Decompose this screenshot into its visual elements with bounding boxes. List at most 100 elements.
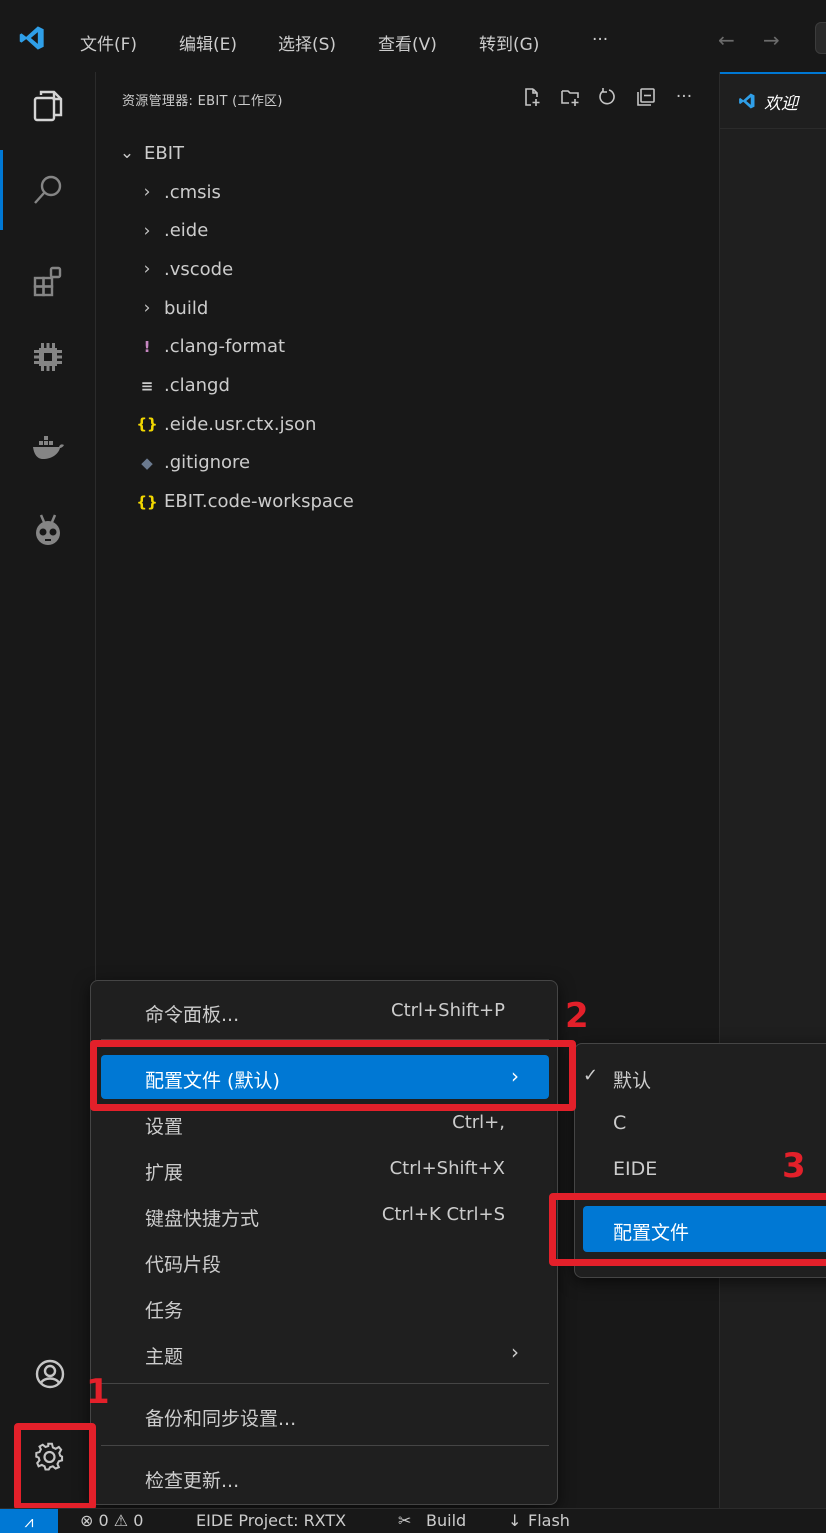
build-icon: ✂ — [398, 1511, 412, 1530]
menu-selection[interactable]: 选择(S) — [278, 30, 336, 55]
eide-project-status[interactable]: EIDE Project: RXTX — [196, 1511, 346, 1530]
remote-indicator-icon[interactable]: ⩘ — [0, 1509, 58, 1533]
tree-item-label: EBIT.code-workspace — [164, 491, 354, 513]
file-type-icon: {} — [136, 492, 158, 511]
tab-divider — [720, 128, 826, 129]
explorer-actions: ··· — [521, 86, 695, 108]
menu-item-label: 设置 — [145, 1116, 184, 1138]
tree-item-label: build — [164, 297, 209, 319]
menu-view[interactable]: 查看(V) — [378, 30, 437, 55]
menu-item-shortcut: Ctrl+K Ctrl+S — [381, 1204, 505, 1225]
editor-area: 欢迎 — [720, 72, 826, 1508]
platformio-icon[interactable] — [26, 508, 70, 552]
menu-check-updates[interactable]: 检查更新... — [101, 1455, 549, 1499]
tree-folder[interactable]: › .cmsis — [136, 173, 756, 211]
submenu-profile-c[interactable]: C — [583, 1100, 826, 1146]
file-type-icon: ! — [143, 337, 151, 356]
search-icon[interactable] — [26, 168, 70, 212]
menu-edit[interactable]: 编辑(E) — [179, 30, 237, 55]
menu-tasks[interactable]: 任务 — [101, 1285, 549, 1329]
annotation-box-3 — [549, 1193, 826, 1266]
forward-arrow-icon[interactable]: → — [763, 28, 780, 52]
menu-go[interactable]: 转到(G) — [479, 30, 539, 55]
file-type-icon: ≡ — [140, 376, 154, 395]
tree-file[interactable]: {} .eide.usr.ctx.json — [136, 405, 756, 443]
menu-extensions[interactable]: 扩展 Ctrl+Shift+X — [101, 1147, 549, 1191]
annotation-number-1: 1 — [86, 1372, 110, 1412]
menu-item-shortcut: Ctrl+Shift+P — [391, 1000, 505, 1021]
menu-item-label: 命令面板... — [145, 1004, 240, 1026]
menu-file[interactable]: 文件(F) — [80, 30, 137, 55]
annotation-number-3: 3 — [782, 1146, 806, 1186]
explorer-title: 资源管理器: EBIT (工作区) — [122, 94, 283, 109]
chevron-down-icon: ⌄ — [119, 143, 135, 163]
checkmark-icon: ✓ — [583, 1065, 599, 1086]
tree-root[interactable]: ⌄ EBIT — [116, 134, 736, 172]
tree-file[interactable]: ! .clang-format — [136, 328, 756, 366]
menu-keyboard-shortcuts[interactable]: 键盘快捷方式 Ctrl+K Ctrl+S — [101, 1193, 549, 1237]
menu-command-palette[interactable]: 命令面板... Ctrl+Shift+P — [101, 989, 549, 1033]
tab-label: 欢迎 — [764, 93, 798, 114]
file-type-icon: {} — [136, 415, 158, 434]
menu-item-shortcut: Ctrl+Shift+X — [389, 1158, 505, 1179]
tree-item-label: .clangd — [164, 375, 230, 396]
command-center-search[interactable] — [815, 22, 826, 54]
menu-themes[interactable]: 主题 › — [101, 1331, 549, 1375]
more-icon[interactable]: ··· — [673, 86, 695, 108]
menu-item-shortcut: Ctrl+, — [452, 1112, 505, 1133]
vscode-logo-icon — [19, 26, 44, 50]
docker-icon[interactable] — [26, 426, 70, 470]
tree-item-label: .vscode — [164, 258, 234, 280]
tree-item-label: .gitignore — [164, 452, 251, 474]
tree-item-label: .eide.usr.ctx.json — [164, 413, 317, 435]
submenu-item-label: 默认 — [613, 1070, 652, 1092]
flash-button[interactable]: Flash — [528, 1511, 570, 1530]
vscode-tab-icon — [739, 93, 755, 109]
problems-indicator[interactable]: ⊗ 0 ⚠ 0 — [80, 1511, 143, 1530]
collapse-all-icon[interactable] — [635, 86, 657, 108]
annotation-number-2: 2 — [565, 996, 589, 1036]
menu-item-label: 任务 — [145, 1300, 184, 1322]
menu-separator — [101, 1445, 549, 1446]
menu-separator — [101, 1383, 549, 1384]
build-button[interactable]: Build — [426, 1511, 466, 1530]
menu-item-label: 键盘快捷方式 — [145, 1208, 260, 1230]
explorer-icon[interactable] — [26, 84, 70, 128]
chevron-right-icon: › — [143, 182, 151, 202]
tree-file[interactable]: ≡ .clangd — [136, 367, 756, 405]
file-type-icon: ◆ — [141, 453, 153, 472]
account-icon[interactable] — [28, 1352, 72, 1396]
menu-item-label: 检查更新... — [145, 1470, 240, 1492]
submenu-profile-default[interactable]: ✓ 默认 — [583, 1054, 826, 1100]
chevron-right-icon: › — [511, 1340, 519, 1364]
tree-item-label: .cmsis — [164, 181, 221, 203]
tree-file[interactable]: {} EBIT.code-workspace — [136, 483, 756, 521]
menu-item-label: 备份和同步设置... — [145, 1408, 297, 1430]
flash-icon: ↓ — [508, 1511, 522, 1530]
tree-folder[interactable]: › .vscode — [136, 250, 756, 288]
extensions-icon[interactable] — [26, 260, 70, 304]
refresh-icon[interactable] — [597, 86, 619, 108]
back-arrow-icon[interactable]: ← — [718, 28, 735, 52]
chevron-right-icon: › — [143, 220, 151, 241]
submenu-item-label: C — [613, 1112, 627, 1134]
menu-backup-sync[interactable]: 备份和同步设置... — [101, 1393, 549, 1437]
tree-folder[interactable]: › .eide — [136, 212, 756, 250]
menu-snippets[interactable]: 代码片段 — [101, 1239, 549, 1283]
tree-file[interactable]: ◆ .gitignore — [136, 444, 756, 482]
status-bar: ⩘ ⊗ 0 ⚠ 0 EIDE Project: RXTX ✂ Build ↓ F… — [0, 1508, 826, 1533]
new-file-icon[interactable] — [521, 86, 543, 108]
title-bar: 文件(F) 编辑(E) 选择(S) 查看(V) 转到(G) ··· ← → — [0, 0, 826, 72]
chip-icon[interactable] — [26, 335, 70, 379]
active-indicator — [0, 150, 3, 230]
menu-more[interactable]: ··· — [592, 30, 608, 50]
annotation-box-1 — [14, 1423, 96, 1510]
tree-item-label: .eide — [164, 220, 209, 242]
tree-folder[interactable]: › build — [136, 289, 756, 327]
chevron-right-icon: › — [143, 259, 151, 280]
tab-welcome[interactable]: 欢迎 — [720, 72, 826, 128]
menu-item-label: 扩展 — [145, 1162, 184, 1184]
submenu-item-label: EIDE — [613, 1158, 658, 1180]
new-folder-icon[interactable] — [559, 86, 581, 108]
chevron-right-icon: › — [143, 298, 151, 319]
